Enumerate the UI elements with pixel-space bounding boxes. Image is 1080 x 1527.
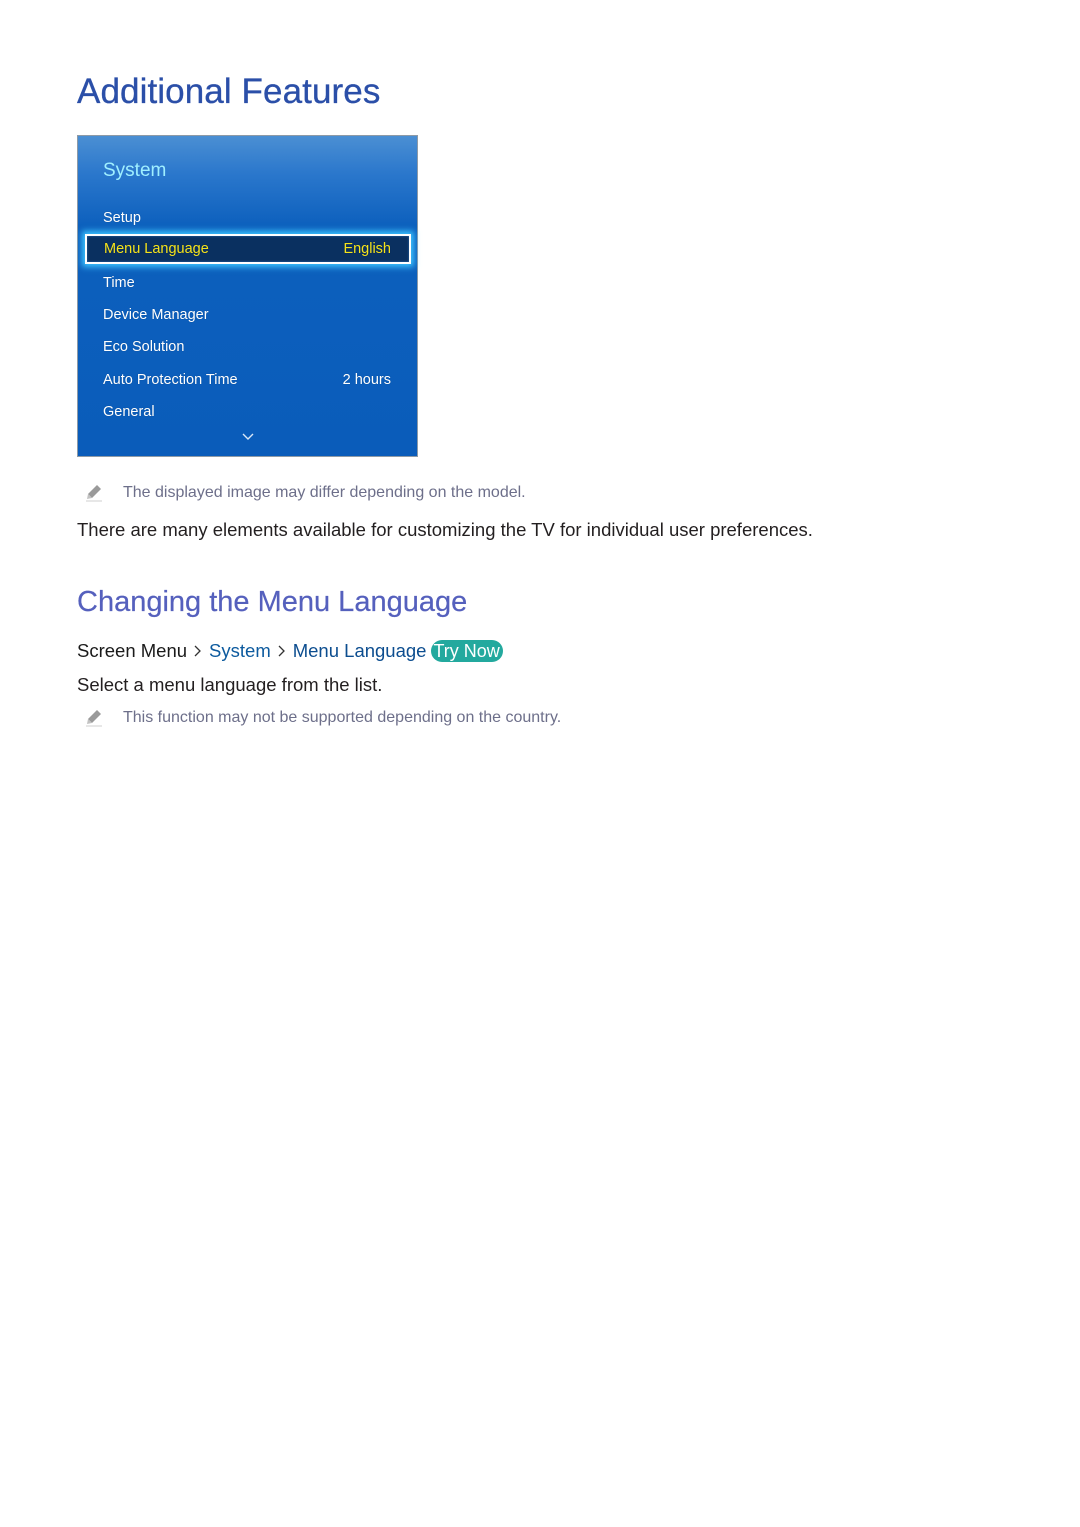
tv-menu-item-auto-protection-time: Auto Protection Time 2 hours	[103, 369, 391, 391]
breadcrumb: Screen Menu System Menu Language Try Now	[77, 640, 503, 662]
tv-menu-item-label: General	[103, 404, 155, 420]
note-country-support: This function may not be supported depen…	[84, 708, 561, 728]
breadcrumb-system: System	[209, 640, 271, 661]
intro-paragraph: There are many elements available for cu…	[77, 519, 813, 540]
note-image-differs: The displayed image may differ depending…	[84, 483, 526, 503]
breadcrumb-root: Screen Menu	[77, 640, 188, 661]
try-now-button[interactable]: Try Now	[431, 640, 503, 662]
tv-menu-item-label: Menu Language	[104, 241, 209, 257]
tv-menu-item-label: Setup	[103, 210, 141, 226]
tv-menu-item-device-manager: Device Manager	[103, 304, 391, 326]
chevron-down-icon	[242, 433, 254, 440]
tv-menu-item-general: General	[103, 401, 391, 423]
chevron-right-icon	[194, 645, 201, 657]
tv-menu-item-menu-language: Menu Language English	[85, 234, 411, 264]
tv-system-menu-screenshot: System Setup Menu Language English Time …	[77, 135, 418, 457]
note-text: This function may not be supported depen…	[123, 709, 562, 726]
tv-menu-item-label: Auto Protection Time	[103, 372, 238, 388]
tv-menu-title: System	[103, 160, 167, 181]
tv-menu-item-label: Time	[103, 275, 135, 291]
tv-menu-item-value: 2 hours	[342, 372, 391, 388]
tv-menu-item-value: English	[343, 241, 391, 257]
tv-menu-item-eco-solution: Eco Solution	[103, 336, 391, 358]
pencil-icon	[86, 710, 102, 727]
tv-menu-item-label: Device Manager	[103, 307, 209, 323]
tv-menu-item-setup: Setup	[103, 207, 391, 229]
note-text: The displayed image may differ depending…	[123, 484, 526, 501]
breadcrumb-menu-language: Menu Language	[292, 640, 427, 661]
page-title: Additional Features	[77, 72, 381, 111]
tv-menu-item-label: Eco Solution	[103, 339, 185, 355]
pencil-icon	[86, 485, 102, 502]
chevron-right-icon	[278, 645, 285, 657]
section-title: Changing the Menu Language	[77, 586, 468, 618]
section-description: Select a menu language from the list.	[77, 674, 383, 695]
tv-menu-item-time: Time	[103, 272, 391, 294]
